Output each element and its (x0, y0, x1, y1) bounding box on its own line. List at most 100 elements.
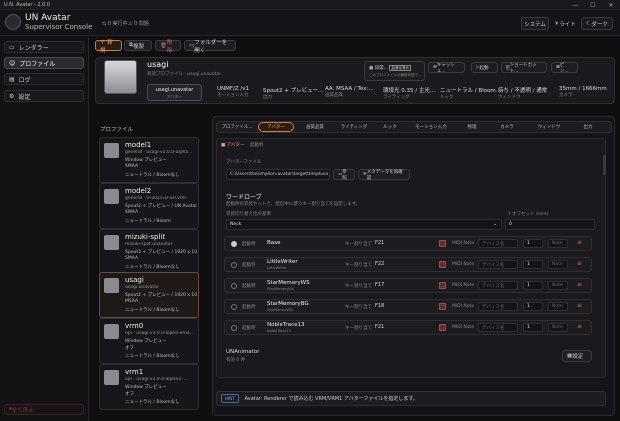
animator-sub: 有効 0 件 (226, 358, 246, 363)
cache-button[interactable]: ⊞ キャッシュ... (428, 62, 465, 74)
theme-dark-button[interactable]: ☾ ダーク (581, 17, 613, 30)
tab-output[interactable]: 出力 (573, 122, 603, 132)
profile-file-chip[interactable]: usagi.unavatar アバター (147, 84, 202, 101)
wardrobe-desc: 起動時の衣装セットと、配信中に使うキー割り当てを設定します。 (226, 202, 361, 207)
midi-icon (439, 261, 446, 268)
menu-icon[interactable]: ≡ (577, 260, 582, 267)
wardrobe-row[interactable]: 起動時 StarMemoryWS StarMemoryWS キー割り当て F17… (224, 278, 592, 293)
stat-quality: AA: MSAA / Tex:... 画質品質 (325, 86, 374, 98)
wardrobe-row[interactable]: 起動時 StarMemoryBG StarMemoryBG キー割り当て F18… (224, 299, 592, 314)
close-button[interactable]: ✕ (602, 0, 620, 10)
start-radio[interactable] (231, 241, 237, 247)
animator-settings-button[interactable]: ▦ 設定 (562, 350, 592, 362)
app-title: UN Avatar (25, 13, 71, 23)
menu-icon[interactable]: ≡ (577, 323, 582, 330)
wardrobe-title: ワードローブ (226, 194, 262, 201)
profile-thumb (104, 370, 119, 385)
profile-list-label: プロファイル (100, 127, 134, 133)
start-radio[interactable] (231, 304, 237, 310)
tab-window[interactable]: ウィンドウ (530, 122, 568, 132)
wardrobe-row[interactable]: 起動時 LittleWriter LittleWriter キー割り当て F22… (224, 257, 592, 272)
tab-avatar[interactable]: アバター (258, 122, 294, 132)
switch-select[interactable]: Neck ⌄ (226, 219, 502, 230)
shortcut-button[interactable]: ⎘ ショートカット... (501, 62, 547, 74)
hint-badge: HINT (221, 394, 239, 403)
daily-log-button[interactable]: ▦ 日常... 高速化済み このプロファイルの最新状態で... (364, 61, 425, 81)
stat-motion: UNMF/Z /v1 モーション入力 (217, 86, 250, 98)
tab-look[interactable]: ルック (375, 122, 405, 132)
tab-motion[interactable]: モーション入力 (407, 122, 455, 132)
theme-system-button[interactable]: システム (521, 17, 549, 30)
chevron-down-icon: ⌄ (493, 222, 497, 227)
stat-output: Spout2 + プレビュー... 出力 (263, 88, 324, 100)
hint-bar: HINT Avatar: Renderer で読み込む VRM/VRM1 アバタ… (216, 391, 606, 406)
profile-name: usagi (147, 60, 169, 69)
profile-thumb (104, 143, 119, 158)
minimize-button[interactable]: — (566, 0, 584, 10)
panel-tag: ■ アバター 起動時 (221, 143, 264, 148)
profile-thumb (104, 324, 119, 339)
midi-icon (439, 303, 446, 310)
profile-item-vrm0[interactable]: vrm0 npi · usagi-v3.0.0-alpha-ema... Windo… (99, 318, 199, 364)
tab-quality[interactable]: 画質品質 (297, 122, 333, 132)
log-icon: ▤ (9, 75, 15, 83)
app-subtitle: Supervisor Console (25, 23, 93, 31)
midi-icon (439, 324, 446, 331)
menu-icon[interactable]: ≡ (577, 281, 582, 288)
offset-label: Y オフセット (mm) (508, 212, 549, 217)
nav-settings[interactable]: ⚙ 設定 (4, 90, 84, 102)
title-bar: U.N. Avatar - 2.0.0 — ☐ ✕ (0, 0, 620, 10)
animator-title: UNAnimator (226, 349, 260, 355)
profile-item-vrm1[interactable]: vrm1 npi · usagi-v3.0.0-alpha3 ·... Window… (99, 364, 199, 410)
maximize-button[interactable]: ☐ (584, 0, 602, 10)
offset-input[interactable]: 0 (505, 219, 595, 230)
problem-count: ⚠ 0 問題 (128, 21, 149, 27)
start-button[interactable]: ▷ 起動 (471, 62, 498, 73)
gear-icon: ⚙ (9, 92, 15, 100)
delete-profile-button[interactable]: 🗑 削除 (155, 40, 181, 54)
profile-item-usagi[interactable]: usagi usagi.unavatar Spout2 + プレビュー / 1920… (99, 272, 199, 318)
recheck-meta-button[interactable]: ⟳ メタデータを再確認 (358, 169, 410, 181)
browse-button[interactable]: ▭ 参照 (333, 169, 355, 181)
avatar-file-label: アバターファイル (226, 160, 262, 165)
midi-icon (439, 240, 446, 247)
wardrobe-row[interactable]: 起動時 Base キー割り当て F21 MIDI Note デバイス名 1 No… (224, 236, 592, 251)
tab-camera[interactable]: カメラ (492, 122, 522, 132)
tab-physics[interactable]: 物理 (457, 122, 487, 132)
start-radio[interactable] (231, 262, 237, 268)
wardrobe-row[interactable]: 起動時 NobleTrace13 NobleTrace13 キー割り当て F21… (224, 320, 592, 335)
profile-item-model1[interactable]: model1 general · usagi-v3.0.0-alpha... Win… (99, 137, 199, 183)
menu-icon[interactable]: ≡ (577, 302, 582, 309)
nav-profile[interactable]: ☺ プロファイル (4, 57, 84, 69)
profile-thumb (104, 189, 119, 204)
pin-button[interactable]: ⊠ ピン... (551, 62, 578, 74)
nav-log[interactable]: ▤ ログ (4, 73, 84, 85)
avatar-thumbnail (104, 60, 137, 94)
open-folder-button[interactable]: ▭ フォルダーを開く (184, 40, 236, 54)
window-title: U.N. Avatar - 2.0.0 (4, 1, 51, 8)
profile-item-mizuki-split[interactable]: mizuki-split mizuki-split.unavatar Spout2 … (99, 229, 199, 275)
stop-all-button[interactable]: ⏹ 全て停止 (4, 404, 84, 415)
stat-window: 待ち / 不透明 / 通常 ウィンドウ (498, 88, 548, 100)
profile-thumb (104, 235, 119, 250)
running-count: ⇆ 0 実行中 (102, 21, 128, 27)
nav-renderer[interactable]: ▭ レンダラー (4, 41, 84, 53)
profile-description: 有効プロファイル · usagi.unavatar (147, 72, 222, 77)
start-radio[interactable] (231, 283, 237, 289)
copy-profile-button[interactable]: ⧉ 複製 (124, 40, 152, 51)
new-profile-button[interactable]: ＋ 新規 (95, 40, 122, 54)
profile-thumb (104, 278, 119, 293)
start-radio[interactable] (231, 325, 237, 331)
avatar-file-input[interactable]: C:\Users\the\implion-avatar\target\timpl… (226, 169, 330, 180)
app-logo (5, 14, 21, 30)
theme-light-button[interactable]: ☀ ライト (551, 17, 579, 30)
profile-icon: ☺ (9, 59, 16, 67)
switch-label: 衣装切り替え位の基準 (226, 212, 271, 217)
tab-lighting[interactable]: ライティング (335, 122, 373, 132)
panel-scrollbar[interactable] (603, 155, 606, 175)
stat-look: ニュートラル / Bloom... ルック (440, 88, 501, 100)
profile-item-model2[interactable]: model2 general · U-2025-D-SH.vrm Spout2 + … (99, 183, 199, 229)
tab-profile[interactable]: プロファイル... (218, 122, 256, 132)
menu-icon[interactable]: ≡ (577, 239, 582, 246)
monitor-icon: ▭ (9, 43, 15, 51)
